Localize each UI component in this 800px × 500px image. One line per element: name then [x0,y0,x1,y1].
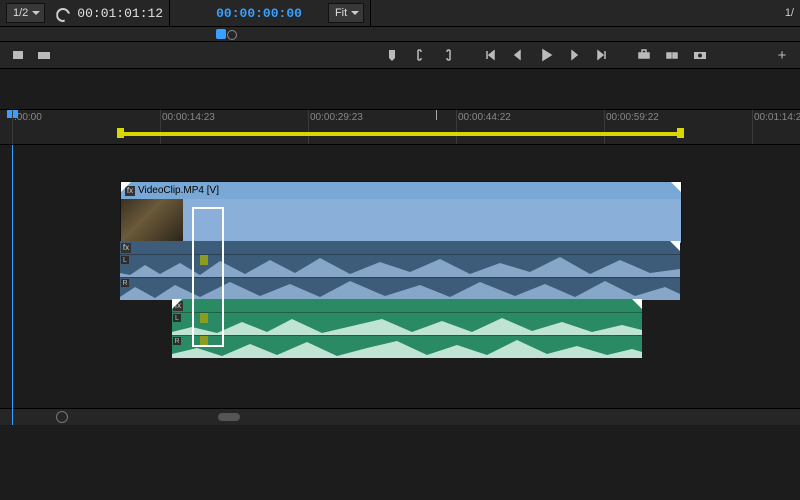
audio2-lane-right[interactable]: R [172,335,642,358]
lift-icon[interactable] [633,45,655,65]
settings-wrench-icon[interactable] [50,3,72,23]
program-timecode[interactable]: 00:00:00:00 [216,6,302,21]
goto-in-icon[interactable] [479,45,501,65]
audio1-lane-left[interactable]: L [120,254,680,277]
clip-start-triangle-icon [172,299,182,309]
waveform [120,255,680,277]
clip-end-triangle-icon [670,241,680,251]
transport-toolbar: + [0,42,800,69]
timeline-ruler[interactable]: :00:00 00:00:14:23 00:00:29:23 00:00:44:22 0… [0,109,800,145]
step-forward-icon[interactable] [563,45,585,65]
video-clip[interactable]: fx VideoClip.MP4 [V] [120,181,682,244]
clip-end-triangle-icon [671,182,681,192]
video-thumbnail [121,199,183,243]
audio1-lane-right[interactable]: R [120,277,680,300]
program-scrubber-row[interactable] [0,27,800,42]
camera-icon[interactable] [33,45,55,65]
ruler-tick-label: 00:00:44:22 [458,112,511,123]
program-scrub-marker-icon[interactable] [227,30,237,40]
clip-start-triangle-icon [121,182,131,192]
add-button-icon[interactable]: + [771,45,793,65]
timeline-tracks-area[interactable]: fx VideoClip.MP4 [V] fx L R fx L [0,145,800,425]
waveform [172,336,642,358]
video-clip-label: VideoClip.MP4 [V] [138,185,219,196]
center-tick-icon [436,110,437,120]
panel-gap [0,69,800,109]
program-right-readout: 1/ [779,0,800,26]
ruler-tick [12,110,13,144]
waveform [120,278,680,300]
horizontal-scroll-thumb[interactable] [218,413,240,421]
program-fit-dropdown[interactable]: Fit [328,3,364,23]
audio-clip-1[interactable]: fx L R [120,241,680,300]
source-zoom-dropdown[interactable]: 1/2 [6,3,45,23]
program-playhead-icon[interactable] [216,29,226,39]
video-clip-body[interactable] [121,199,681,243]
extract-icon[interactable] [661,45,683,65]
ruler-tick [752,110,753,144]
timeline-playhead-line [12,145,13,425]
ruler-tick [604,110,605,144]
program-monitor-controls: 00:00:00:00 Fit [210,0,371,26]
audio1-header: fx [120,241,680,254]
monitor-header-bar: 1/2 00:01:01:12 00:00:00:00 Fit 1/ [0,0,800,27]
source-monitor-controls: 1/2 00:01:01:12 [0,0,170,26]
ruler-tick-label: 00:00:59:22 [606,112,659,123]
work-area-bar[interactable] [120,132,680,136]
clip-end-triangle-icon [632,299,642,309]
ruler-tick-label: :00:00 [14,112,42,123]
timeline-zoom-bar[interactable] [0,408,800,425]
source-timecode[interactable]: 00:01:01:12 [77,6,163,21]
video-clip-fill [183,199,681,243]
waveform [172,313,642,335]
ruler-tick-label: 00:01:14:22 [754,112,800,123]
mark-in-icon[interactable] [409,45,431,65]
ruler-tick [456,110,457,144]
ruler-tick [160,110,161,144]
fx-badge-icon: fx [121,243,131,253]
goto-out-icon[interactable] [591,45,613,65]
audio2-header: fx [172,299,642,312]
fraction-label: 1/ [785,7,794,19]
audio-clip-2[interactable]: fx L R [172,299,642,358]
ruler-tick-label: 00:00:29:23 [310,112,363,123]
audio2-lane-left[interactable]: L [172,312,642,335]
zoom-handle-left-icon[interactable] [56,411,68,423]
ruler-tick [308,110,309,144]
step-back-icon[interactable] [507,45,529,65]
work-area-end-handle[interactable] [677,128,684,138]
add-marker-icon[interactable] [381,45,403,65]
mark-out-icon[interactable] [437,45,459,65]
ruler-tick-label: 00:00:14:23 [162,112,215,123]
video-clip-header: fx VideoClip.MP4 [V] [121,182,681,199]
play-icon[interactable] [535,45,557,65]
snap-icon[interactable] [7,45,29,65]
export-frame-icon[interactable] [689,45,711,65]
